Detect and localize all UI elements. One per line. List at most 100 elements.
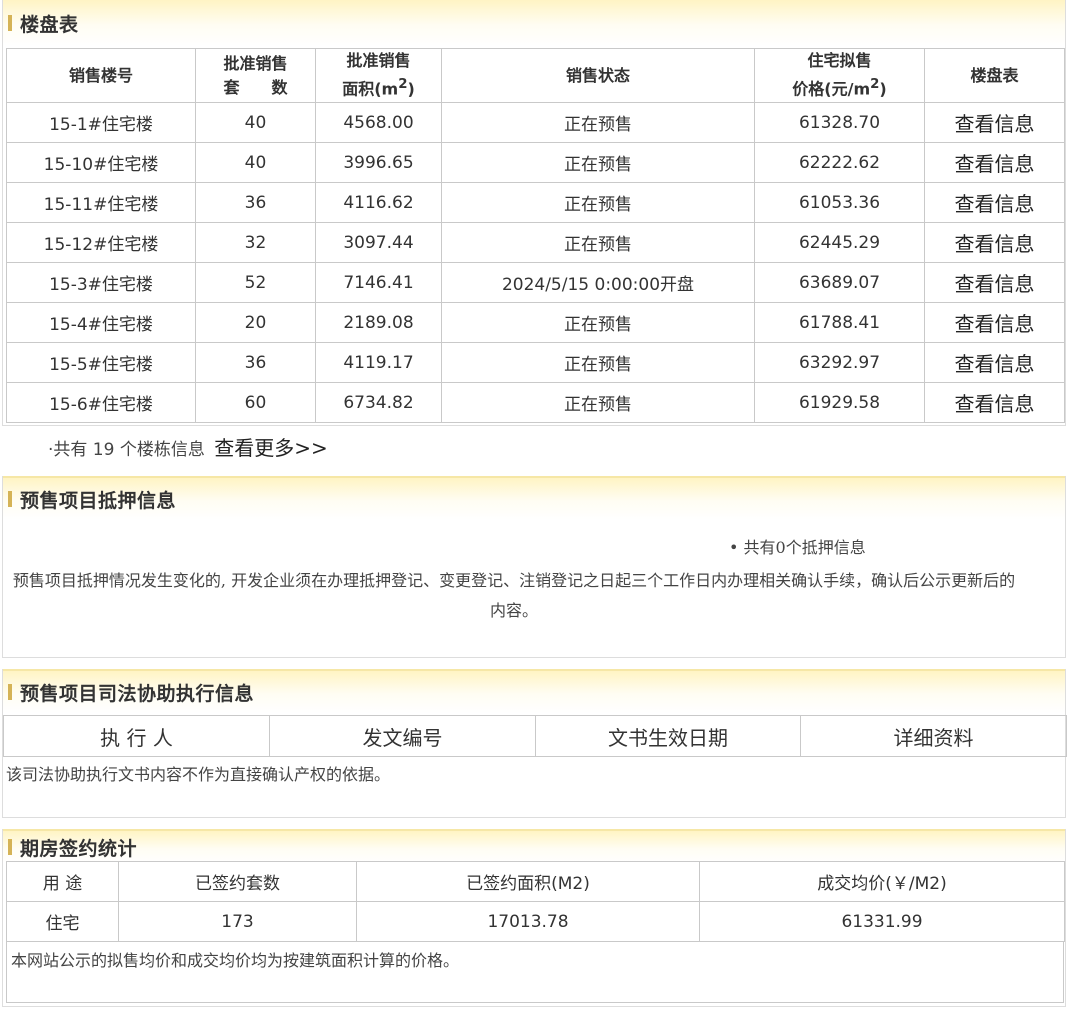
view-info-link[interactable]: 查看信息 bbox=[924, 262, 1065, 303]
cell-status: 正在预售 bbox=[441, 182, 755, 223]
cell-price: 63689.07 bbox=[754, 262, 925, 303]
table-row: 15-6#住宅楼 60 6734.82 正在预售 61929.58 查看信息 bbox=[6, 382, 1065, 423]
mortgage-notice: 预售项目抵押情况发生变化的, 开发企业须在办理抵押登记、变更登记、注销登记之日起… bbox=[12, 571, 1016, 620]
col-approved-area-close: ) bbox=[407, 79, 415, 99]
cell-price: 63292.97 bbox=[754, 342, 925, 383]
col-status: 销售状态 bbox=[441, 48, 755, 103]
cell-price: 62222.62 bbox=[754, 142, 925, 183]
table-row: 15-12#住宅楼 32 3097.44 正在预售 62445.29 查看信息 bbox=[6, 222, 1065, 263]
cell-units: 32 bbox=[195, 222, 316, 263]
cell-units: 36 bbox=[195, 342, 316, 383]
judicial-table: 执 行 人 发文编号 文书生效日期 详细资料 bbox=[3, 715, 1067, 757]
judicial-header: 预售项目司法协助执行信息 bbox=[3, 669, 1065, 713]
cell-price: 62445.29 bbox=[754, 222, 925, 263]
col-approved-units-line2: 套 数 bbox=[223, 77, 288, 97]
cell-building: 15-3#住宅楼 bbox=[6, 262, 196, 303]
contract-stats-notice: 本网站公示的拟售均价和成交均价均为按建筑面积计算的价格。 bbox=[11, 951, 460, 970]
col-effective-date: 文书生效日期 bbox=[535, 715, 801, 757]
view-more-link[interactable]: 查看更多>> bbox=[214, 436, 328, 460]
judicial-section: 预售项目司法协助执行信息 执 行 人 发文编号 文书生效日期 详细资料 该司法协… bbox=[2, 669, 1067, 818]
cell-price: 61328.70 bbox=[754, 102, 925, 143]
col-table-link: 楼盘表 bbox=[924, 48, 1065, 103]
col-price-line2: 价格(元/m bbox=[792, 79, 871, 99]
cell-status: 2024/5/15 0:00:00开盘 bbox=[441, 262, 755, 303]
cell-building: 15-12#住宅楼 bbox=[6, 222, 196, 263]
col-approved-units: 批准销售套 数 bbox=[195, 48, 316, 103]
cell-price: 61053.36 bbox=[754, 182, 925, 223]
cell-area: 6734.82 bbox=[315, 382, 442, 423]
cell-building: 15-1#住宅楼 bbox=[6, 102, 196, 143]
contract-stats-title: 期房签约统计 bbox=[20, 837, 138, 860]
table-row: 住宅 173 17013.78 61331.99 bbox=[6, 901, 1065, 942]
cell-status: 正在预售 bbox=[441, 342, 755, 383]
col-price-line1: 住宅拟售 bbox=[807, 51, 872, 71]
cell-status: 正在预售 bbox=[441, 382, 755, 423]
col-use: 用 途 bbox=[6, 861, 119, 902]
cell-building: 15-10#住宅楼 bbox=[6, 142, 196, 183]
col-document-no: 发文编号 bbox=[269, 715, 536, 757]
mortgage-header: 预售项目抵押信息 bbox=[3, 476, 1065, 520]
col-signed-area: 已签约面积(M2) bbox=[356, 861, 700, 902]
cell-building: 15-11#住宅楼 bbox=[6, 182, 196, 223]
cell-area: 4119.17 bbox=[315, 342, 442, 383]
table-row: 15-4#住宅楼 20 2189.08 正在预售 61788.41 查看信息 bbox=[6, 302, 1065, 343]
col-approved-area-line1: 批准销售 bbox=[346, 51, 411, 71]
view-info-link[interactable]: 查看信息 bbox=[924, 342, 1065, 383]
cell-use: 住宅 bbox=[6, 901, 119, 942]
view-info-link[interactable]: 查看信息 bbox=[924, 102, 1065, 143]
contract-stats-table: 用 途 已签约套数 已签约面积(M2) 成交均价(￥/M2) 住宅 173 17… bbox=[6, 861, 1065, 942]
cell-area: 4116.62 bbox=[315, 182, 442, 223]
mortgage-title: 预售项目抵押信息 bbox=[20, 489, 177, 512]
section-marker-icon bbox=[8, 684, 12, 700]
col-approved-area-line2: 面积(m bbox=[342, 79, 399, 99]
judicial-header-row: 执 行 人 发文编号 文书生效日期 详细资料 bbox=[3, 715, 1067, 757]
col-avg-price: 成交均价(￥/M2) bbox=[699, 861, 1065, 902]
cell-units: 20 bbox=[195, 302, 316, 343]
cell-status: 正在预售 bbox=[441, 102, 755, 143]
cell-units: 40 bbox=[195, 142, 316, 183]
col-price: 住宅拟售价格(元/m2) bbox=[754, 48, 925, 103]
cell-price: 61788.41 bbox=[754, 302, 925, 343]
col-details: 详细资料 bbox=[800, 715, 1067, 757]
col-signed-units: 已签约套数 bbox=[118, 861, 357, 902]
building-count-footer: ·共有 19 个楼栋信息 查看更多>> bbox=[48, 432, 328, 461]
col-approved-units-line1: 批准销售 bbox=[223, 53, 288, 73]
building-table: 销售楼号 批准销售套 数 批准销售 面积(m2) 销售状态 住宅拟售 价格(元/m2… bbox=[6, 48, 1065, 423]
building-table-header-row: 销售楼号 批准销售套 数 批准销售 面积(m 2) 销售状态 住宅拟售 价格(元/m2… bbox=[6, 48, 1065, 103]
table-row: 15-10#住宅楼 40 3996.65 正在预售 62222.62 查看信息 bbox=[6, 142, 1065, 183]
cell-signed-units: 173 bbox=[118, 901, 357, 942]
cell-area: 4568.00 bbox=[315, 102, 442, 143]
view-info-link[interactable]: 查看信息 bbox=[924, 142, 1065, 183]
section-marker-icon bbox=[8, 491, 12, 507]
judicial-title: 预售项目司法协助执行信息 bbox=[20, 682, 255, 705]
cell-building: 15-4#住宅楼 bbox=[6, 302, 196, 343]
col-price-sup: 2 bbox=[870, 77, 880, 93]
cell-building: 15-5#住宅楼 bbox=[6, 342, 196, 383]
view-info-link[interactable]: 查看信息 bbox=[924, 382, 1065, 423]
cell-units: 60 bbox=[195, 382, 316, 423]
view-info-link[interactable]: 查看信息 bbox=[924, 302, 1065, 343]
section-marker-icon bbox=[8, 839, 12, 855]
view-info-link[interactable]: 查看信息 bbox=[924, 222, 1065, 263]
cell-status: 正在预售 bbox=[441, 222, 755, 263]
building-count-text: ·共有 19 个楼栋信息 bbox=[48, 440, 205, 460]
mortgage-section: 预售项目抵押信息 • 共有0个抵押信息 预售项目抵押情况发生变化的, 开发企业须… bbox=[2, 476, 1066, 658]
cell-units: 52 bbox=[195, 262, 316, 303]
col-executor: 执 行 人 bbox=[3, 715, 270, 757]
table-row: 15-5#住宅楼 36 4119.17 正在预售 63292.97 查看信息 bbox=[6, 342, 1065, 383]
building-table-section: 楼盘表 销售楼号 批准销售套 数 批准销售 面积(m 2) 销售状态 住宅拟售 价格(… bbox=[2, 0, 1066, 426]
contract-stats-header-row: 用 途 已签约套数 已签约面积(M2) 成交均价(￥/M2) bbox=[6, 861, 1065, 902]
cell-signed-area: 17013.78 bbox=[356, 901, 700, 942]
contract-stats-section: 期房签约统计 用 途 已签约套数 已签约面积(M2) 成交均价(￥/M2) 住宅… bbox=[2, 829, 1066, 1007]
cell-price: 61929.58 bbox=[754, 382, 925, 423]
cell-status: 正在预售 bbox=[441, 302, 755, 343]
contract-stats-header: 期房签约统计 bbox=[3, 829, 1065, 863]
view-info-link[interactable]: 查看信息 bbox=[924, 182, 1065, 223]
col-price-close: ) bbox=[879, 79, 887, 99]
judicial-notice: 该司法协助执行文书内容不作为直接确认产权的依据。 bbox=[6, 765, 391, 784]
mortgage-count: • 共有0个抵押信息 bbox=[729, 538, 866, 557]
section-marker-icon bbox=[8, 15, 12, 31]
cell-area: 2189.08 bbox=[315, 302, 442, 343]
building-table-header: 楼盘表 bbox=[3, 0, 1065, 46]
cell-units: 40 bbox=[195, 102, 316, 143]
